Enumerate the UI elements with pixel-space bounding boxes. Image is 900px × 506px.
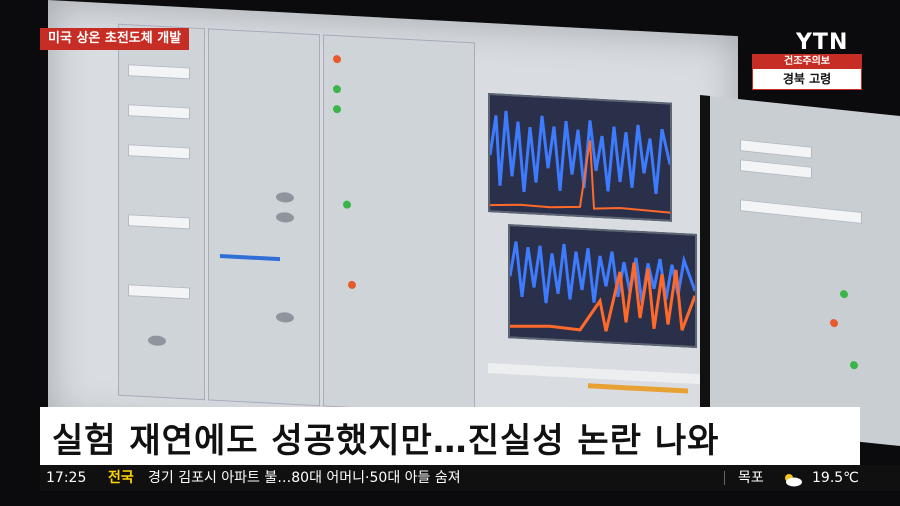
status-led [348,280,356,290]
signal-plot-upper [488,93,672,222]
status-led [333,54,341,64]
ticker-news: 경기 김포시 아파트 불…80대 어머니·50대 아들 숨져 [148,470,461,486]
status-led [333,84,341,94]
ticker-divider [724,471,725,485]
control-field [740,139,812,159]
status-led [343,200,351,209]
partly-cloudy-icon [780,470,804,487]
headline-text: 실험 재연에도 성공했지만…진실성 논란 나와 [52,421,720,461]
ticker-time: 17:25 [46,470,87,486]
topic-tag: 미국 상온 초전도체 개발 [40,28,190,50]
control-field [740,199,862,225]
signal-plot-lower [508,224,697,349]
status-led [830,318,838,328]
plot-controls-bar [488,363,718,386]
signal-trace-lower [510,226,695,346]
alert-region: 경북 고령 [753,69,861,89]
ytn-logo: YTN [796,30,849,55]
lab-monitor-left [48,0,738,457]
weather-city: 목포 [738,470,764,486]
control-column-3 [323,34,475,415]
status-led [840,289,848,299]
control-column-2 [208,28,320,407]
status-led [333,104,341,114]
lab-monitor-right [700,95,900,451]
status-led [850,360,858,370]
ticker-region: 전국 [108,470,134,486]
weather-temperature: 19.5℃ [812,470,859,486]
signal-trace-upper [490,95,670,220]
weather-alert-box: 건조주의보 경북 고령 [752,54,862,90]
news-ticker: 17:25 전국 경기 김포시 아파트 불…80대 어머니·50대 아들 숨져 … [40,465,900,491]
alert-title: 건조주의보 [753,55,861,69]
control-field [740,159,812,179]
headline-banner: 실험 재연에도 성공했지만…진실성 논란 나와 [40,407,860,465]
level-strip [588,383,688,394]
